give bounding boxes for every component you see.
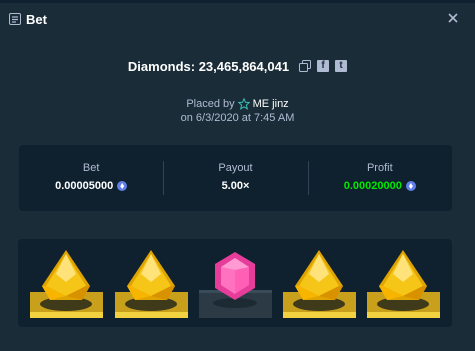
bet-slip-icon (9, 13, 21, 25)
twitter-icon[interactable]: t (335, 60, 348, 72)
yellow-gem-icon (115, 250, 188, 318)
bet-id: Diamonds: 23,465,864,041 (127, 58, 290, 74)
modal-header: Bet (0, 3, 475, 33)
username[interactable]: ME jinz (253, 98, 289, 110)
yellow-gem-icon (367, 250, 440, 318)
gem-tile-yellow (30, 248, 103, 318)
modal-title: Bet (26, 12, 47, 27)
placed-info: Placed by ME jinz on 6/3/2020 at 7:45 AM (0, 97, 475, 125)
close-icon[interactable] (447, 12, 459, 24)
gem-tile-pink (199, 248, 272, 318)
stats-panel: Bet 0.00005000 Payout 5.00× Profit 0.000… (19, 145, 452, 211)
gem-tile-yellow (283, 248, 356, 318)
placed-date: on 6/3/2020 at 7:45 AM (180, 112, 295, 124)
gem-tile-yellow (367, 248, 440, 318)
yellow-gem-icon (30, 250, 103, 318)
profit-value: 0.00020000 (343, 180, 402, 192)
bet-value: 0.00005000 (55, 180, 114, 192)
bet-headline: Diamonds: 23,465,864,041 f t (0, 57, 475, 75)
placed-by-label: Placed by (186, 98, 235, 110)
gem-tile-yellow (115, 248, 188, 318)
star-icon (237, 98, 250, 110)
bet-stat: Bet 0.00005000 (19, 145, 163, 211)
yellow-gem-icon (283, 250, 356, 318)
bet-label: Bet (82, 162, 100, 174)
profit-stat: Profit 0.00020000 (307, 145, 452, 211)
payout-stat: Payout 5.00× (163, 145, 307, 211)
payout-label: Payout (218, 162, 253, 174)
payout-value: 5.00× (221, 180, 250, 192)
pink-gem-icon (199, 252, 272, 318)
copy-icon[interactable] (299, 60, 312, 72)
eth-icon (405, 181, 416, 191)
eth-icon (117, 181, 128, 191)
facebook-icon[interactable]: f (317, 60, 330, 72)
profit-label: Profit (366, 162, 393, 174)
gem-board (18, 239, 452, 327)
